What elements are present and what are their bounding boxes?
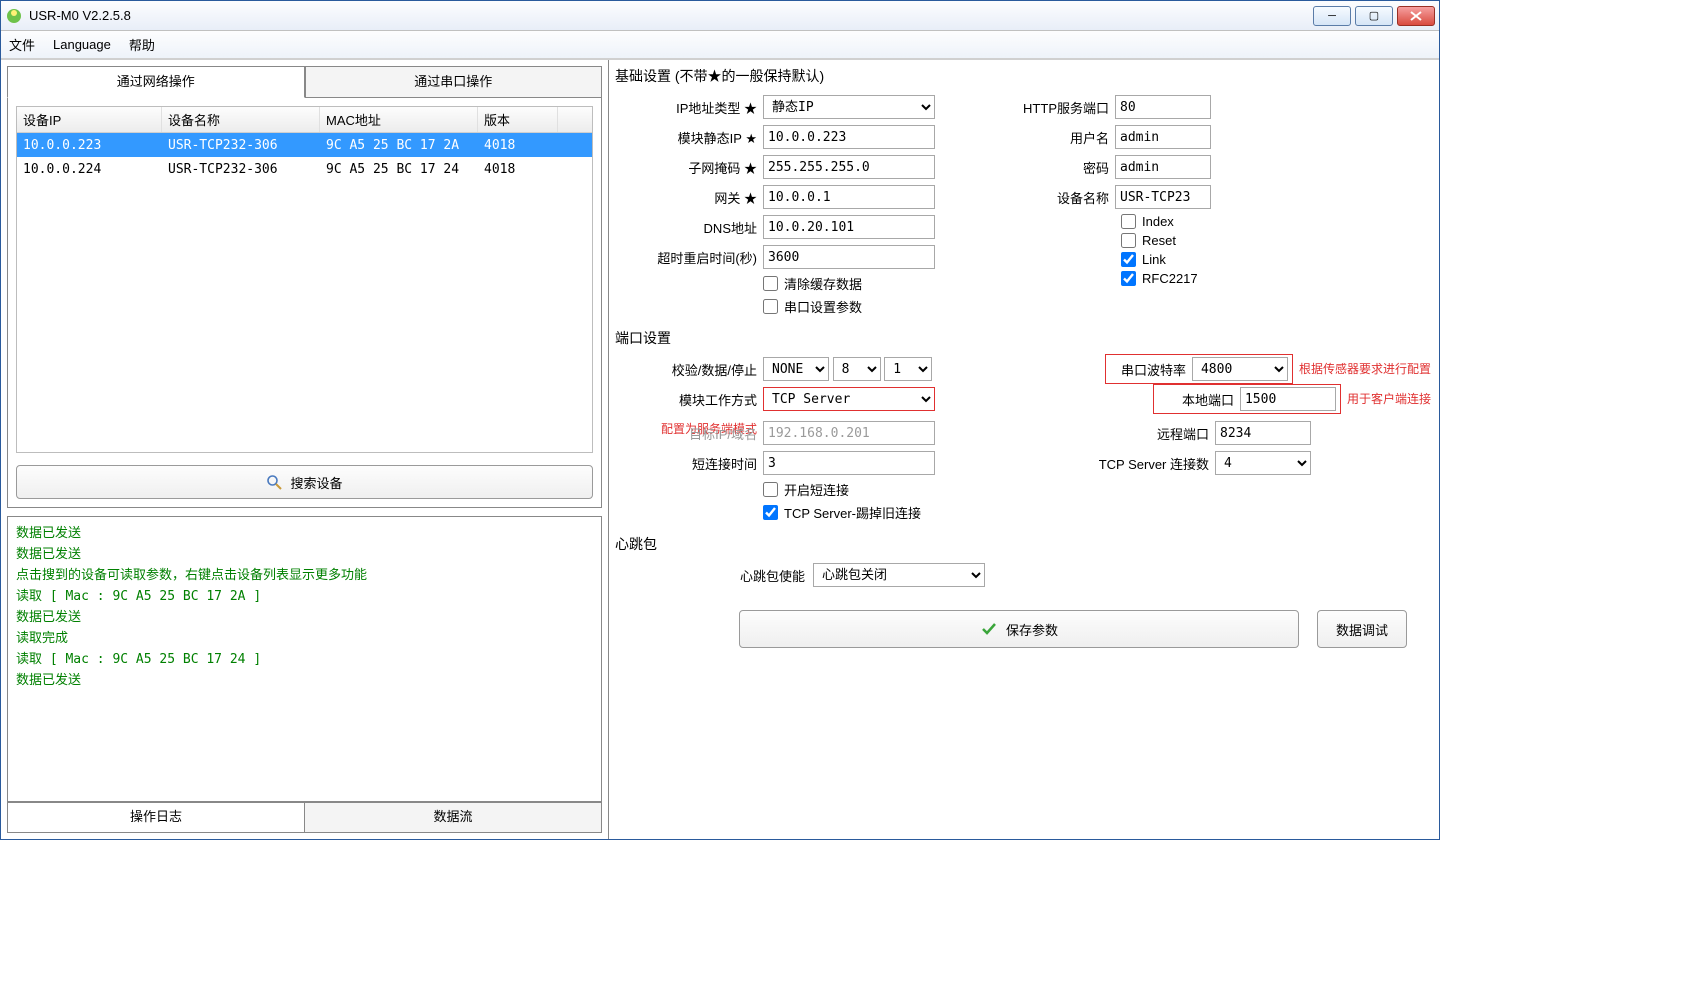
cb-index[interactable] <box>1121 214 1136 229</box>
pwd-input[interactable] <box>1115 155 1211 179</box>
basic-title: 基础设置 (不带★的一般保持默认) <box>613 64 1431 90</box>
col-name[interactable]: 设备名称 <box>162 107 320 132</box>
hb-enable-select[interactable]: 心跳包关闭 <box>813 563 985 587</box>
table-row[interactable]: 10.0.0.224USR-TCP232-3069C A5 25 BC 17 2… <box>17 157 592 181</box>
menubar: 文件 Language 帮助 <box>1 31 1439 59</box>
tab-dataflow[interactable]: 数据流 <box>305 802 601 832</box>
left-tabs: 通过网络操作 通过串口操作 <box>7 66 602 98</box>
menu-language[interactable]: Language <box>53 37 111 52</box>
lbl-gw: 网关 ★ <box>613 188 763 207</box>
table-row[interactable]: 10.0.0.223USR-TCP232-3069C A5 25 BC 17 2… <box>17 133 592 157</box>
lbl-iptype: IP地址类型 ★ <box>613 98 763 117</box>
menu-file[interactable]: 文件 <box>9 35 35 54</box>
minimize-button[interactable]: ─ <box>1313 6 1351 26</box>
cb-reset[interactable] <box>1121 233 1136 248</box>
static-ip-input[interactable] <box>763 125 935 149</box>
http-port-input[interactable] <box>1115 95 1211 119</box>
lbl-parity: 校验/数据/停止 <box>613 360 763 379</box>
lbl-baud: 串口波特率 <box>1110 360 1192 379</box>
lbl-mask: 子网掩码 ★ <box>613 158 763 177</box>
mode-select[interactable]: TCP Server <box>763 387 935 411</box>
debug-button[interactable]: 数据调试 <box>1317 610 1407 648</box>
cb-link[interactable] <box>1121 252 1136 267</box>
search-device-button[interactable]: 搜索设备 <box>16 465 593 499</box>
lbl-mode: 模块工作方式 <box>613 390 763 409</box>
log-text[interactable]: 数据已发送数据已发送点击搜到的设备可读取参数，右键点击设备列表显示更多功能读取 … <box>8 517 601 802</box>
devname-input[interactable] <box>1115 185 1211 209</box>
cb-clearcache[interactable] <box>763 276 778 291</box>
gateway-input[interactable] <box>763 185 935 209</box>
lbl-dns: DNS地址 <box>613 218 763 237</box>
lbl-tcpcount: TCP Server 连接数 <box>1065 454 1215 473</box>
cb-kickold[interactable] <box>763 505 778 520</box>
menu-help[interactable]: 帮助 <box>129 35 155 54</box>
port-title: 端口设置 <box>613 326 1431 352</box>
check-icon <box>980 620 998 638</box>
log-panel: 数据已发送数据已发送点击搜到的设备可读取参数，右键点击设备列表显示更多功能读取 … <box>7 516 602 833</box>
note-baud: 根据传感器要求进行配置 <box>1293 362 1431 376</box>
mask-input[interactable] <box>763 155 935 179</box>
note-localport: 用于客户端连接 <box>1341 392 1431 406</box>
app-icon <box>5 7 23 25</box>
stopbits-select[interactable]: 1 <box>884 357 932 381</box>
lbl-hb-enable: 心跳包使能 <box>613 566 813 585</box>
search-icon <box>266 474 282 490</box>
lbl-timeout: 超时重启时间(秒) <box>613 248 763 267</box>
baud-select[interactable]: 4800 <box>1192 357 1288 381</box>
device-grid: 设备IP 设备名称 MAC地址 版本 10.0.0.223USR-TCP232-… <box>16 106 593 453</box>
lbl-http: HTTP服务端口 <box>995 98 1115 117</box>
dns-input[interactable] <box>763 215 935 239</box>
search-label: 搜索设备 <box>290 473 342 492</box>
app-window: USR-M0 V2.2.5.8 ─ ▢ 文件 Language 帮助 通过网络操… <box>0 0 1440 840</box>
ip-type-select[interactable]: 静态IP <box>763 95 935 119</box>
cb-rfc[interactable] <box>1121 271 1136 286</box>
remoteport-input[interactable] <box>1215 421 1311 445</box>
lbl-pwd: 密码 <box>995 158 1115 177</box>
shorttime-input[interactable] <box>763 451 935 475</box>
lbl-devname: 设备名称 <box>995 188 1115 207</box>
col-mac[interactable]: MAC地址 <box>320 107 478 132</box>
lbl-shorttime: 短连接时间 <box>613 454 763 473</box>
tab-oplog[interactable]: 操作日志 <box>8 802 305 832</box>
target-input <box>763 421 935 445</box>
heartbeat-title: 心跳包 <box>613 532 1431 558</box>
lbl-user: 用户名 <box>995 128 1115 147</box>
device-panel: 设备IP 设备名称 MAC地址 版本 10.0.0.223USR-TCP232-… <box>7 98 602 508</box>
right-pane: 基础设置 (不带★的一般保持默认) IP地址类型 ★ 静态IP 模块静态IP ★… <box>609 60 1439 839</box>
left-pane: 通过网络操作 通过串口操作 设备IP 设备名称 MAC地址 版本 10.0.0.… <box>1 60 609 839</box>
lbl-remoteport: 远程端口 <box>1125 424 1215 443</box>
grid-header: 设备IP 设备名称 MAC地址 版本 <box>17 107 592 133</box>
tab-network[interactable]: 通过网络操作 <box>7 66 305 98</box>
lbl-localport: 本地端口 <box>1158 390 1240 409</box>
user-input[interactable] <box>1115 125 1211 149</box>
timeout-input[interactable] <box>763 245 935 269</box>
tcpcount-select[interactable]: 4 <box>1215 451 1311 475</box>
parity-select[interactable]: NONE <box>763 357 829 381</box>
localport-input[interactable] <box>1240 387 1336 411</box>
lbl-target: 目标IP/域名 <box>613 424 763 443</box>
titlebar: USR-M0 V2.2.5.8 ─ ▢ <box>1 1 1439 31</box>
cb-shortconn[interactable] <box>763 482 778 497</box>
window-title: USR-M0 V2.2.5.8 <box>29 8 1313 23</box>
tab-serial[interactable]: 通过串口操作 <box>305 66 603 98</box>
close-button[interactable] <box>1397 6 1435 26</box>
save-button[interactable]: 保存参数 <box>739 610 1299 648</box>
cb-serialparam[interactable] <box>763 299 778 314</box>
lbl-staticip: 模块静态IP ★ <box>613 128 763 147</box>
databits-select[interactable]: 8 <box>833 357 881 381</box>
col-ver[interactable]: 版本 <box>478 107 558 132</box>
maximize-button[interactable]: ▢ <box>1355 6 1393 26</box>
col-ip[interactable]: 设备IP <box>17 107 162 132</box>
